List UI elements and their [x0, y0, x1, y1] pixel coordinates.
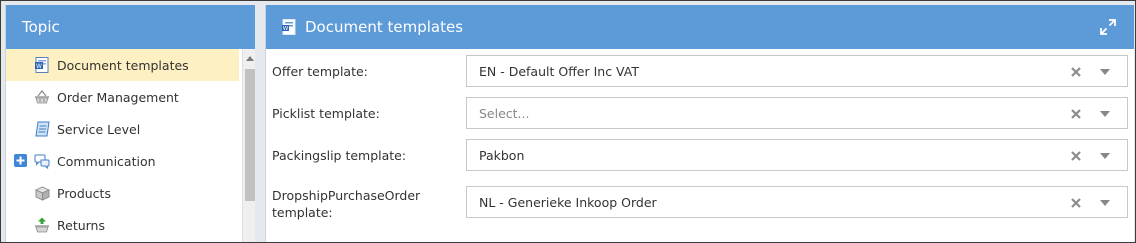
clear-icon[interactable]: [1069, 196, 1083, 210]
window-frame: Topic W Document templates Order Managem…: [0, 0, 1136, 243]
picklist-template-row: Picklist template: Select...: [266, 97, 1135, 129]
chat-bubbles-icon: [34, 153, 50, 169]
topic-list: W Document templates Order Management Se…: [6, 49, 239, 242]
dropship-purchase-order-label: DropshipPurchaseOrder template:: [272, 187, 420, 221]
document-templates-panel: W Document templates Offer template: EN …: [265, 5, 1134, 242]
notebook-icon: [34, 121, 50, 137]
topic-item-label: Products: [57, 185, 111, 201]
doc-panel-header: W Document templates: [266, 5, 1134, 49]
chevron-down-icon[interactable]: [1100, 200, 1110, 206]
clear-icon[interactable]: [1069, 149, 1083, 163]
maximize-icon[interactable]: [1100, 19, 1116, 35]
svg-text:W: W: [36, 63, 42, 70]
picklist-template-label: Picklist template:: [272, 106, 380, 121]
document-word-icon: W: [34, 57, 50, 73]
doc-panel-title: Document templates: [305, 18, 464, 36]
topic-item-returns[interactable]: Returns: [6, 209, 239, 241]
packingslip-template-label: Packingslip template:: [272, 148, 407, 163]
packingslip-template-row: Packingslip template: Pakbon: [266, 139, 1135, 171]
svg-text:W: W: [283, 26, 289, 32]
chevron-down-icon[interactable]: [1100, 111, 1110, 117]
select-value: EN - Default Offer Inc VAT: [479, 63, 640, 79]
offer-template-select[interactable]: EN - Default Offer Inc VAT: [466, 55, 1128, 87]
basket-icon: [34, 89, 50, 105]
topic-item-label: Service Level: [57, 121, 141, 137]
topic-item-label: Order Management: [57, 89, 179, 105]
select-value: NL - Generieke Inkoop Order: [479, 194, 657, 210]
return-basket-icon: [34, 217, 50, 233]
clear-icon[interactable]: [1069, 65, 1083, 79]
select-placeholder: Select...: [479, 105, 530, 121]
topic-item-document-templates[interactable]: W Document templates: [6, 49, 239, 81]
chevron-down-icon[interactable]: [1100, 69, 1110, 75]
dropship-purchase-order-select[interactable]: NL - Generieke Inkoop Order: [466, 186, 1128, 218]
topic-panel: Topic W Document templates Order Managem…: [5, 5, 255, 242]
topic-item-label: Communication: [57, 153, 156, 169]
clear-icon[interactable]: [1069, 107, 1083, 121]
scroll-thumb[interactable]: [245, 69, 255, 201]
chevron-down-icon[interactable]: [1100, 153, 1110, 159]
offer-template-label: Offer template:: [272, 64, 368, 79]
topic-header: Topic: [6, 5, 255, 49]
picklist-template-select[interactable]: Select...: [466, 97, 1128, 129]
offer-template-row: Offer template: EN - Default Offer Inc V…: [266, 55, 1135, 87]
topic-item-order-management[interactable]: Order Management: [6, 81, 239, 113]
dropship-purchase-order-row: DropshipPurchaseOrder template: NL - Gen…: [266, 183, 1135, 223]
box-icon: [34, 185, 50, 201]
topic-item-communication[interactable]: Communication: [6, 145, 239, 177]
label-line-1: DropshipPurchaseOrder: [272, 188, 421, 203]
packingslip-template-select[interactable]: Pakbon: [466, 139, 1128, 171]
topic-item-products[interactable]: Products: [6, 177, 239, 209]
topic-item-service-level[interactable]: Service Level: [6, 113, 239, 145]
topic-scrollbar[interactable]: [242, 49, 255, 242]
expand-plus-icon[interactable]: [14, 154, 27, 167]
topic-item-label: Document templates: [57, 57, 189, 73]
scroll-up-arrow-icon[interactable]: [246, 56, 254, 61]
document-icon: W: [282, 19, 296, 35]
select-value: Pakbon: [479, 147, 525, 163]
topic-item-label: Returns: [57, 217, 105, 233]
label-line-2: template:: [272, 205, 333, 220]
